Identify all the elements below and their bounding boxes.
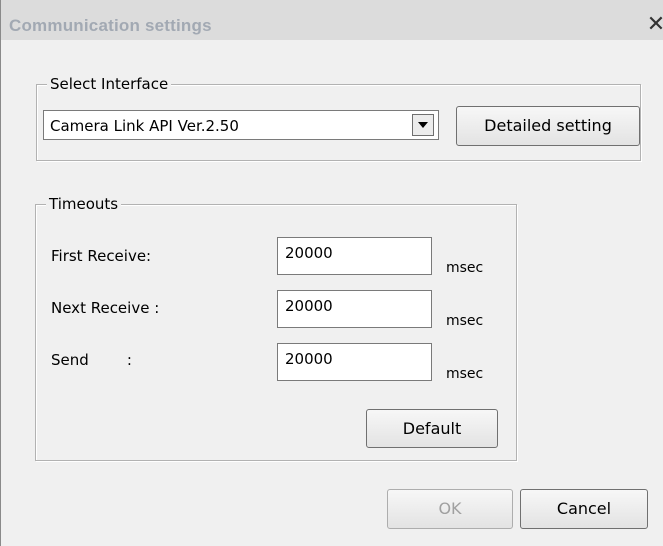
first-receive-field[interactable]: 20000 (277, 237, 432, 275)
detailed-setting-button[interactable]: Detailed setting (456, 106, 640, 146)
default-button[interactable]: Default (366, 409, 498, 448)
cancel-button[interactable]: Cancel (520, 489, 648, 529)
next-receive-unit: msec (446, 313, 484, 329)
interface-selected-value: Camera Link API Ver.2.50 (50, 117, 239, 135)
send-field[interactable]: 20000 (277, 343, 432, 381)
close-icon[interactable]: ✕ (645, 14, 663, 36)
window-title: Communication settings (9, 16, 212, 35)
timeouts-label: Timeouts (46, 194, 122, 214)
interface-select[interactable]: Camera Link API Ver.2.50 (43, 110, 439, 140)
send-unit: msec (446, 366, 484, 382)
ok-button[interactable]: OK (387, 489, 513, 529)
select-interface-label: Select Interface (47, 74, 172, 94)
chevron-down-icon[interactable] (412, 114, 434, 136)
first-receive-label: First Receive: (51, 247, 152, 265)
next-receive-label: Next Receive : (51, 299, 160, 317)
next-receive-field[interactable]: 20000 (277, 290, 432, 328)
title-bar[interactable]: Communication settings ✕ (1, 0, 663, 40)
first-receive-unit: msec (446, 260, 484, 276)
send-label: Send : (51, 351, 132, 369)
communication-settings-dialog: Communication settings ✕ Select Interfac… (0, 0, 663, 546)
